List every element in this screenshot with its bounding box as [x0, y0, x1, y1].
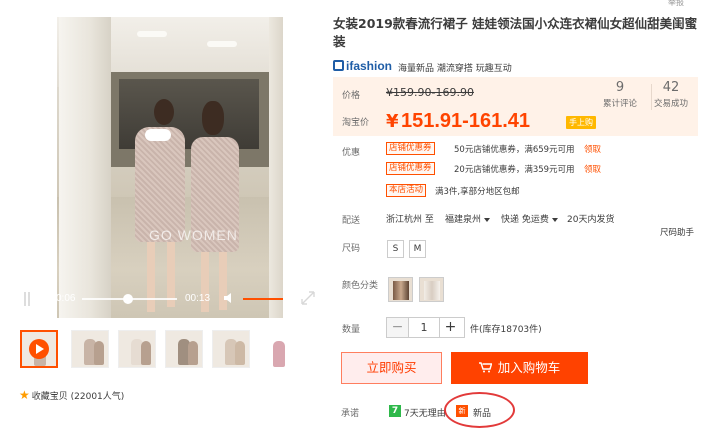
report-link[interactable]: 举报 — [668, 0, 684, 8]
coupon-claim-link[interactable]: 领取 — [584, 163, 601, 175]
add-to-cart-button[interactable]: 加入购物车 — [451, 352, 588, 384]
coupon-text: 50元店铺优惠券，满659元可用 — [454, 145, 575, 155]
sales-count: 42 — [662, 80, 680, 95]
size-option-m[interactable]: M — [409, 240, 426, 258]
shipping-destination-select[interactable]: 福建泉州 — [445, 212, 491, 225]
product-video-player[interactable]: GO WOMEN — [57, 17, 283, 318]
activity-tag: 本店活动 — [386, 184, 427, 197]
seven-day-return-icon: 7 — [389, 405, 401, 417]
original-price: ¥159.90-169.90 — [386, 86, 474, 99]
size-label: 尺码 — [342, 244, 361, 254]
video-frame-person — [135, 127, 185, 242]
shipping-from: 浙江杭州 至 — [386, 215, 434, 225]
cart-icon — [478, 362, 492, 373]
size-option-s[interactable]: S — [387, 240, 404, 258]
coupon-tag: 店铺优惠券 — [386, 142, 435, 155]
buy-now-button[interactable]: 立即购买 — [341, 352, 442, 384]
chevron-down-icon — [551, 217, 558, 222]
taobao-price-label: 淘宝价 — [342, 118, 370, 128]
video-progress-handle[interactable] — [123, 294, 133, 304]
review-count[interactable]: 9 — [600, 80, 640, 95]
seven-day-return-text[interactable]: 7天无理由 — [404, 406, 446, 419]
activity-text: 满3件,享部分地区包邮 — [435, 187, 520, 197]
coupon-text: 20元店铺优惠券，满359元可用 — [454, 165, 575, 175]
size-helper-link[interactable]: 尺码助手 — [660, 226, 694, 238]
pause-icon[interactable] — [24, 292, 30, 306]
mobile-price-badge[interactable]: 手上购 — [566, 116, 596, 129]
thumbnail-image[interactable] — [212, 330, 250, 368]
quantity-label: 数量 — [342, 325, 361, 335]
coupon-tag: 店铺优惠券 — [386, 162, 435, 175]
shipping-method-select[interactable]: 快递 免运费 — [501, 212, 558, 225]
thumbnail-image[interactable] — [165, 330, 203, 368]
color-label: 颜色分类 — [342, 281, 379, 291]
review-count-label: 累计评论 — [602, 99, 637, 109]
fullscreen-icon[interactable] — [300, 290, 316, 306]
brand-tagline: 海量新品 潮流穿搭 玩趣互动 — [398, 64, 512, 74]
color-option-2[interactable] — [419, 277, 444, 302]
quantity-input[interactable]: 1 — [408, 318, 440, 337]
promise-label: 承诺 — [341, 409, 360, 419]
ship-time: 20天内发货 — [567, 215, 615, 225]
price-label: 价格 — [342, 91, 361, 101]
taobao-price: 151.91-161.41 — [401, 110, 531, 132]
video-duration: 00:13 — [185, 293, 211, 304]
coupon-claim-link[interactable]: 领取 — [584, 143, 601, 155]
video-frame-pillar — [59, 17, 111, 318]
volume-icon[interactable] — [224, 292, 238, 304]
quantity-decrease-button[interactable]: − — [387, 318, 408, 337]
annotation-circle — [444, 392, 515, 428]
product-title: 女装2019款春流行裙子 娃娃领法国小众连衣裙仙女超仙甜美闺蜜装 — [333, 16, 698, 49]
color-option-1[interactable] — [388, 277, 413, 302]
video-current-time: 0:06 — [56, 293, 76, 304]
stock-count: 件(库存18703件) — [470, 325, 542, 335]
chevron-down-icon — [484, 217, 491, 222]
currency-symbol: ¥ — [386, 111, 399, 132]
promotions-label: 优惠 — [342, 148, 361, 158]
sales-count-label: 交易成功 — [653, 99, 688, 109]
favorite-item[interactable]: ★ 收藏宝贝 (22001人气) — [19, 388, 124, 402]
thumbnail-image[interactable] — [118, 330, 156, 368]
video-watermark: GO WOMEN — [149, 227, 238, 243]
quantity-stepper: − 1 + — [386, 317, 465, 338]
shipping-label: 配送 — [342, 216, 361, 226]
star-icon: ★ — [19, 388, 30, 402]
thumbnail-image[interactable] — [71, 330, 109, 368]
quantity-increase-button[interactable]: + — [440, 318, 461, 337]
ifashion-logo: ifashion — [333, 59, 392, 73]
thumbnail-image[interactable] — [259, 330, 297, 368]
play-icon — [29, 339, 49, 359]
volume-slider[interactable] — [243, 298, 283, 300]
thumbnail-video[interactable] — [20, 330, 58, 368]
